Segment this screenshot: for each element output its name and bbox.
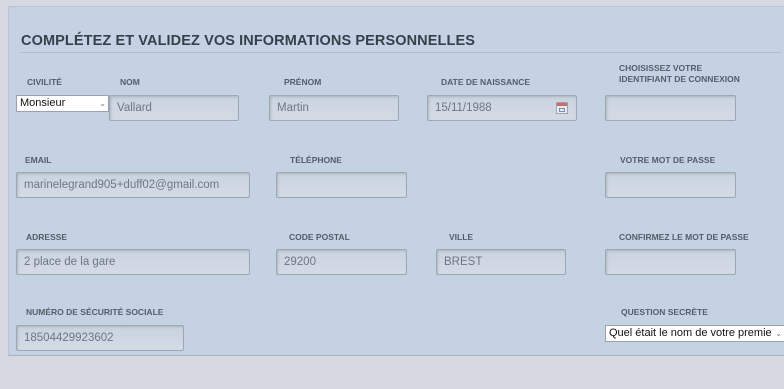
confirmez-mot-de-passe-field[interactable] — [605, 249, 736, 275]
chevron-down-icon[interactable]: ⌄ — [775, 326, 782, 341]
numero-securite-sociale-field[interactable]: 18504429923602 — [16, 325, 184, 351]
telephone-field[interactable] — [276, 172, 407, 198]
identifiant-label-line2: IDENTIFIANT DE CONNEXION — [619, 74, 740, 84]
title-divider — [21, 52, 781, 53]
civilite-value: Monsieur — [20, 97, 66, 109]
ville-label: VILLE — [449, 232, 474, 242]
prenom-label: PRÉNOM — [284, 77, 322, 87]
date-naissance-field[interactable]: 15/11/1988 — [427, 95, 577, 121]
mot-de-passe-field[interactable] — [605, 172, 736, 198]
question-secrete-select[interactable]: Quel était le nom de votre premie ⌄ — [605, 325, 784, 342]
date-naissance-value: 15/11/1988 — [435, 102, 492, 114]
date-naissance-label: DATE DE NAISSANCE — [441, 77, 531, 87]
confirmez-mot-de-passe-label: CONFIRMEZ LE MOT DE PASSE — [619, 232, 749, 242]
civilite-select[interactable]: Monsieur ⌄ — [16, 95, 109, 112]
identifiant-field[interactable] — [605, 95, 736, 121]
nom-field[interactable]: Vallard — [109, 95, 239, 121]
question-secrete-label: QUESTION SECRÈTE — [621, 307, 708, 317]
calendar-icon[interactable] — [556, 102, 568, 114]
nom-label: NOM — [120, 77, 140, 87]
code-postal-field[interactable]: 29200 — [276, 249, 407, 275]
adresse-field[interactable]: 2 place de la gare — [16, 249, 250, 275]
ville-field[interactable]: BREST — [436, 249, 566, 275]
email-field[interactable]: marinelegrand905+duff02@gmail.com — [16, 172, 250, 198]
chevron-down-icon[interactable]: ⌄ — [99, 96, 106, 111]
email-label: EMAIL — [25, 155, 52, 165]
civilite-label: CIVILITÉ — [27, 77, 62, 87]
page-title: COMPLÉTEZ ET VALIDEZ VOS INFORMATIONS PE… — [21, 33, 475, 49]
telephone-label: TÉLÉPHONE — [290, 155, 342, 165]
adresse-label: ADRESSE — [26, 232, 68, 242]
code-postal-label: CODE POSTAL — [289, 232, 350, 242]
personal-info-panel: COMPLÉTEZ ET VALIDEZ VOS INFORMATIONS PE… — [8, 6, 784, 356]
mot-de-passe-label: VOTRE MOT DE PASSE — [620, 155, 716, 165]
prenom-field[interactable]: Martin — [269, 95, 399, 121]
identifiant-label-line1: CHOISISSEZ VOTRE — [619, 63, 703, 73]
numero-securite-sociale-label: NUMÉRO DE SÉCURITÉ SOCIALE — [26, 307, 164, 317]
question-secrete-value: Quel était le nom de votre premie — [609, 327, 772, 339]
